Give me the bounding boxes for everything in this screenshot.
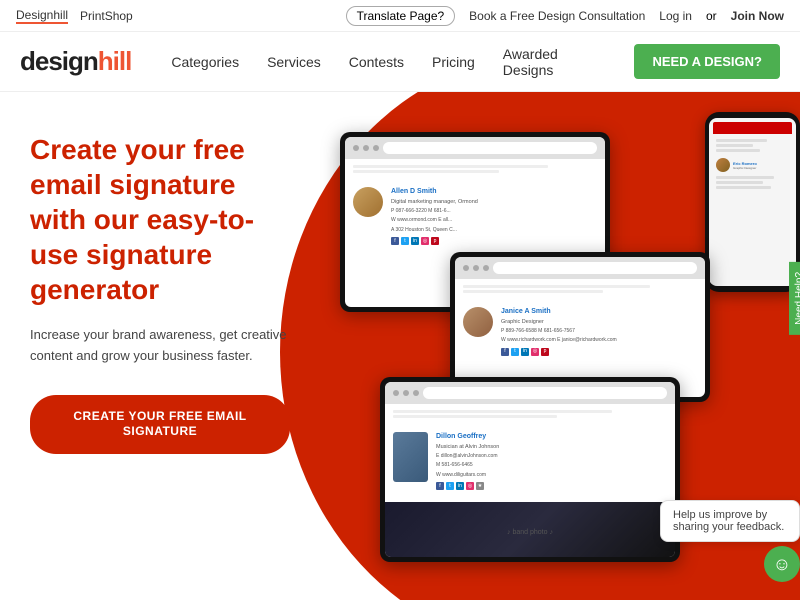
linkedin-icon-3: in	[456, 482, 464, 490]
top-bar: Designhill PrintShop Translate Page? Boo…	[0, 0, 800, 32]
sig-card-1: Allen D Smith Digital marketing manager,…	[345, 179, 605, 253]
brand-printshop[interactable]: PrintShop	[80, 9, 133, 23]
logo-hill: hill	[98, 46, 132, 76]
main-nav: designhill Categories Services Contests …	[0, 32, 800, 92]
sig-socials-1: f t in ◎ p	[391, 237, 478, 245]
facebook-icon: f	[391, 237, 399, 245]
sig-phone-2: P 889-766-6588 M 681-656-7567	[501, 328, 617, 336]
join-now-link[interactable]: Join Now	[731, 9, 784, 23]
facebook-icon-3: f	[436, 482, 444, 490]
sig-avatar-3	[393, 432, 428, 482]
top-bar-brands: Designhill PrintShop	[16, 8, 133, 24]
login-link[interactable]: Log in	[659, 9, 692, 23]
instagram-icon-2: ◎	[531, 348, 539, 356]
translate-button[interactable]: Translate Page?	[346, 6, 456, 26]
band-photo: ♪ band photo ♪	[385, 502, 675, 557]
brand-designhill[interactable]: Designhill	[16, 8, 68, 24]
nav-services[interactable]: Services	[267, 54, 321, 70]
twitter-icon: t	[401, 237, 409, 245]
sig-name-3: Dillon Geoffrey	[436, 432, 499, 443]
instagram-icon-3: ◎	[466, 482, 474, 490]
sig-socials-3: f t in ◎ ★	[436, 482, 499, 490]
sig-web-2: W www.richardwork.com E janice@richardwo…	[501, 337, 617, 345]
sig-avatar-2	[463, 307, 493, 337]
sig-info-3: Dillon Geoffrey Musician at Alvin Johnso…	[436, 432, 499, 490]
sig-name-1: Allen D Smith	[391, 187, 478, 198]
hero-text-content: Create your free email signature with ou…	[0, 92, 320, 494]
phone-screen: Eric Romero Graphic Designer	[709, 118, 796, 286]
book-consultation-link[interactable]: Book a Free Design Consultation	[469, 9, 645, 23]
nav-categories[interactable]: Categories	[171, 54, 239, 70]
sig-info-1: Allen D Smith Digital marketing manager,…	[391, 187, 478, 245]
sig-web-3: W www.diliguitars.com	[436, 472, 499, 480]
sig-socials-2: f t in ◎ p	[501, 348, 617, 356]
nav-links: Categories Services Contests Pricing Awa…	[171, 44, 780, 79]
logo[interactable]: designhill	[20, 46, 131, 77]
sig-email-3: E dillon@alvinJohnson.com	[436, 453, 499, 461]
sig-card-3: Dillon Geoffrey Musician at Alvin Johnso…	[385, 424, 675, 498]
linkedin-icon: in	[411, 237, 419, 245]
nav-contests[interactable]: Contests	[349, 54, 404, 70]
sig-avatar-1	[353, 187, 383, 217]
twitter-icon-2: t	[511, 348, 519, 356]
sig-name-2: Janice A Smith	[501, 307, 617, 318]
sig-card-2: Janice A Smith Graphic Designer P 889-76…	[455, 299, 705, 364]
sig-phone-3: M 581-656-6465	[436, 462, 499, 470]
sig-job-3: Musician at Alvin Johnson	[436, 443, 499, 451]
hero-title: Create your free email signature with ou…	[30, 132, 290, 307]
tablet2-screen: Janice A Smith Graphic Designer P 889-76…	[455, 257, 705, 397]
hero-subtitle: Increase your brand awareness, get creat…	[30, 325, 290, 367]
hero-section: Create your free email signature with ou…	[0, 92, 800, 600]
tablet3-screen: Dillon Geoffrey Musician at Alvin Johnso…	[385, 382, 675, 557]
sig-web-1: W www.ormond.com E all...	[391, 217, 478, 225]
sig-phone-1: P 087-666-3220 M 681-6...	[391, 208, 478, 216]
nav-awarded[interactable]: Awarded Designs	[503, 46, 579, 78]
instagram-icon: ◎	[421, 237, 429, 245]
linkedin-icon-2: in	[521, 348, 529, 356]
extra-icon-3: ★	[476, 482, 484, 490]
top-bar-actions: Translate Page? Book a Free Design Consu…	[346, 6, 784, 26]
chat-bubble[interactable]: ☺	[764, 546, 800, 582]
sig-job-2: Graphic Designer	[501, 318, 617, 326]
cta-button[interactable]: CREATE YOUR FREE EMAIL SIGNATURE	[30, 395, 290, 454]
or-separator: or	[706, 9, 717, 23]
devices-mockup: Eric Romero Graphic Designer	[330, 102, 800, 600]
sig-addr-1: A 302 Houston St, Queen C...	[391, 227, 478, 235]
pinterest-icon: p	[431, 237, 439, 245]
need-design-button[interactable]: NEED A DESIGN?	[634, 44, 780, 79]
logo-design: design	[20, 46, 98, 76]
twitter-icon-3: t	[446, 482, 454, 490]
phone-device: Eric Romero Graphic Designer	[705, 112, 800, 292]
sig-job-1: Digital marketing manager, Ormond	[391, 198, 478, 206]
pinterest-icon-2: p	[541, 348, 549, 356]
sig-info-2: Janice A Smith Graphic Designer P 889-76…	[501, 307, 617, 356]
tablet-device-3: Dillon Geoffrey Musician at Alvin Johnso…	[380, 377, 680, 562]
feedback-bubble: Help us improve by sharing your feedback…	[660, 500, 800, 542]
facebook-icon-2: f	[501, 348, 509, 356]
need-help-tab[interactable]: Need Help?	[789, 262, 800, 335]
nav-pricing[interactable]: Pricing	[432, 54, 475, 70]
